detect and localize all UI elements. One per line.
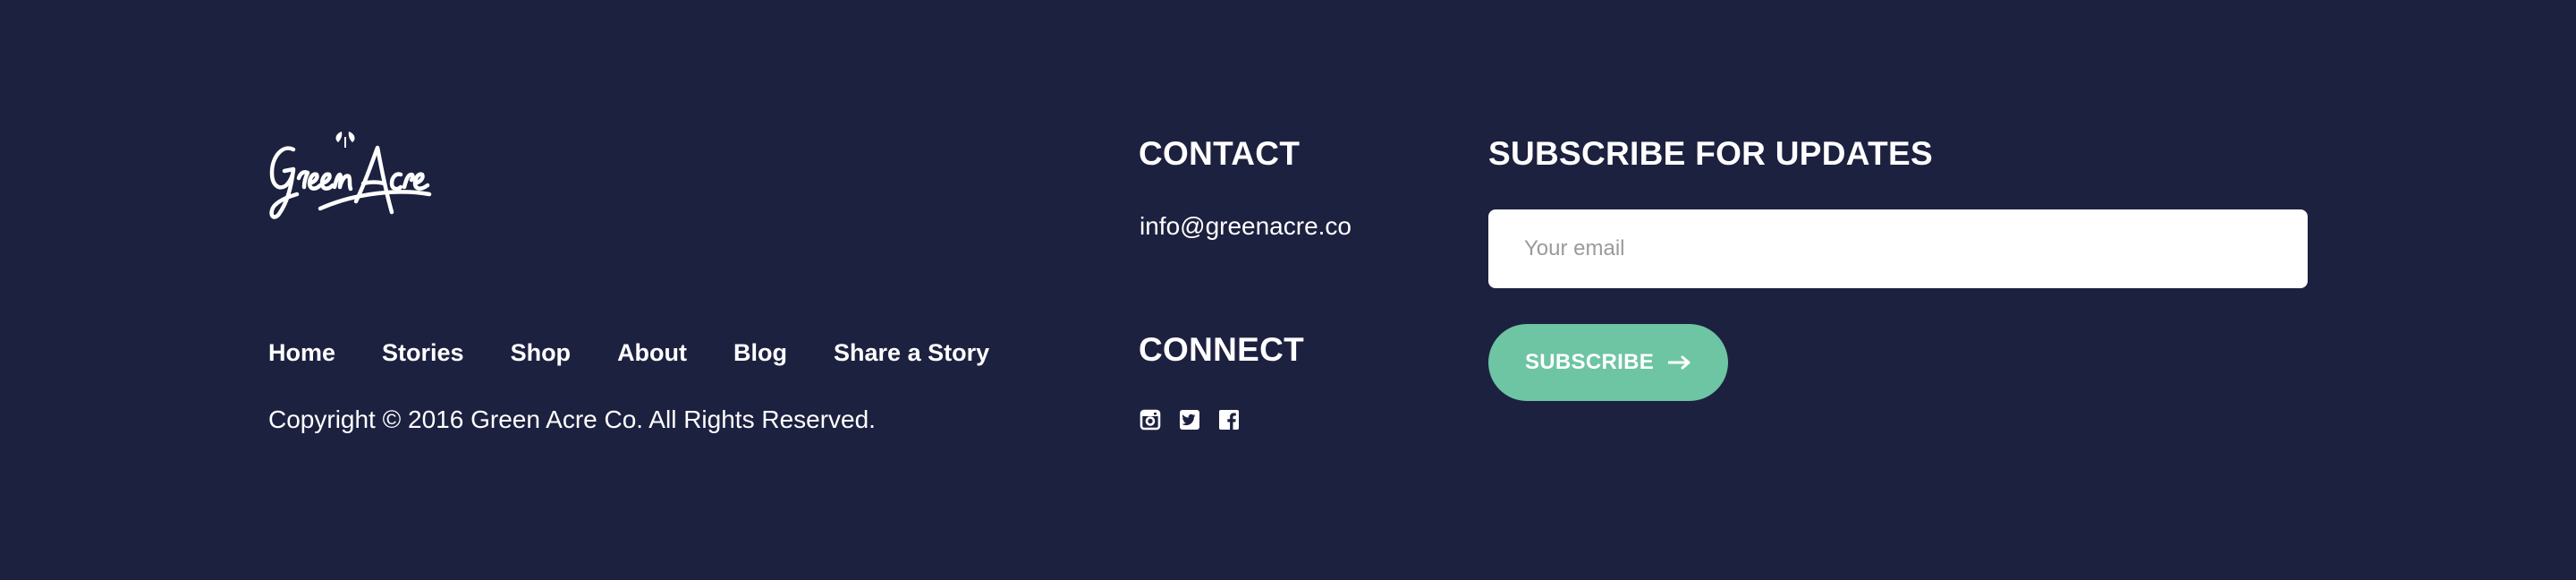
facebook-icon xyxy=(1219,410,1239,430)
footer-nav: Home Stories Shop About Blog Share a Sto… xyxy=(268,338,1036,367)
nav-link-blog[interactable]: Blog xyxy=(733,338,787,367)
arrow-right-icon xyxy=(1668,355,1690,370)
nav-link-shop[interactable]: Shop xyxy=(511,338,572,367)
copyright-text: Copyright © 2016 Green Acre Co. All Righ… xyxy=(268,405,876,433)
site-footer: Home Stories Shop About Blog Share a Sto… xyxy=(0,0,2576,580)
nav-link-stories[interactable]: Stories xyxy=(382,338,464,367)
nav-link-about[interactable]: About xyxy=(617,338,687,367)
logo-graphic xyxy=(269,132,432,219)
twitter-icon xyxy=(1180,410,1199,430)
connect-heading: CONNECT xyxy=(1139,331,1305,368)
subscribe-button-label: SUBSCRIBE xyxy=(1524,350,1655,374)
twitter-link[interactable] xyxy=(1179,409,1200,431)
contact-email-link[interactable]: info@greenacre.co xyxy=(1140,211,1352,242)
nav-link-share-a-story[interactable]: Share a Story xyxy=(834,338,989,367)
green-acre-logo[interactable] xyxy=(267,130,432,228)
subscribe-email-input[interactable] xyxy=(1488,209,2308,288)
contact-heading: CONTACT xyxy=(1139,135,1301,172)
subscribe-button[interactable]: SUBSCRIBE xyxy=(1488,324,1728,401)
nav-link-home[interactable]: Home xyxy=(268,338,335,367)
facebook-link[interactable] xyxy=(1218,409,1240,431)
subscribe-heading: SUBSCRIBE FOR UPDATES xyxy=(1488,135,1933,172)
instagram-link[interactable] xyxy=(1140,409,1161,431)
instagram-icon xyxy=(1140,409,1161,431)
social-links xyxy=(1140,409,1240,431)
